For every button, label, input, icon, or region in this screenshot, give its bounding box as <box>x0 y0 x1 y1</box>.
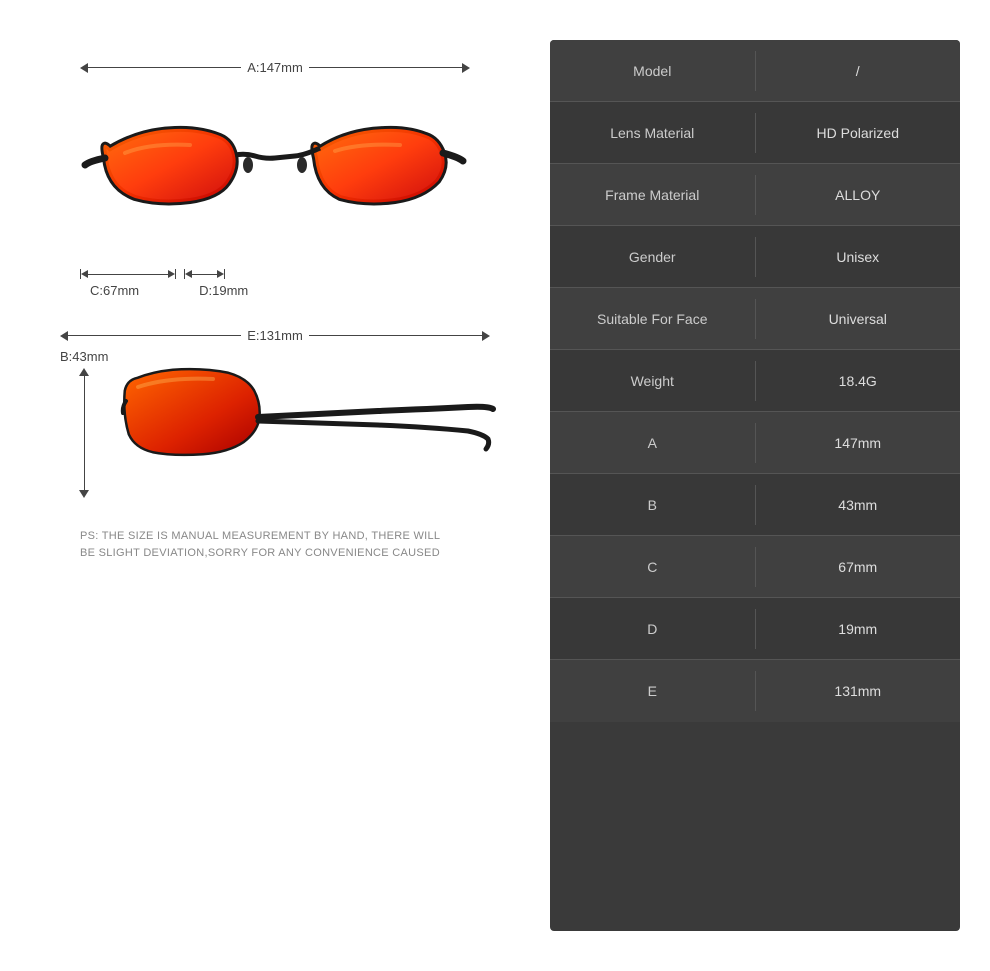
spec-key: B <box>550 487 755 523</box>
spec-row: Suitable For Face Universal <box>550 288 960 350</box>
spec-value: 131mm <box>756 673 961 709</box>
spec-key: Lens Material <box>550 115 755 151</box>
spec-value: 147mm <box>756 425 961 461</box>
dim-e-arrow: E:131mm <box>60 328 490 343</box>
dim-e-label: E:131mm <box>247 328 303 343</box>
dim-b-arrow <box>79 368 89 498</box>
side-glasses-wrap: B:43mm <box>60 349 490 498</box>
spec-key: Weight <box>550 363 755 399</box>
spec-key: Suitable For Face <box>550 301 755 337</box>
ps-line1: PS: THE SIZE IS MANUAL MEASUREMENT BY HA… <box>80 528 470 545</box>
spec-value: 67mm <box>756 549 961 585</box>
spec-value: / <box>756 53 961 89</box>
spec-row: E 131mm <box>550 660 960 722</box>
spec-value: 19mm <box>756 611 961 647</box>
spec-key: C <box>550 549 755 585</box>
spec-value: ALLOY <box>756 177 961 213</box>
dim-b-label: B:43mm <box>60 349 108 364</box>
spec-row: B 43mm <box>550 474 960 536</box>
spec-row: D 19mm <box>550 598 960 660</box>
dim-a-label: A:147mm <box>247 60 303 75</box>
spec-value: 43mm <box>756 487 961 523</box>
spec-row: Model / <box>550 40 960 102</box>
spec-row: Gender Unisex <box>550 226 960 288</box>
spec-value: 18.4G <box>756 363 961 399</box>
ps-line2: BE SLIGHT DEVIATION,SORRY FOR ANY CONVEN… <box>80 545 470 562</box>
dim-a-arrow: A:147mm <box>80 60 470 75</box>
spec-row: Frame Material ALLOY <box>550 164 960 226</box>
side-view-section: E:131mm B:43mm <box>60 328 490 498</box>
specs-table: Model / Lens Material HD Polarized Frame… <box>550 40 960 931</box>
spec-value: HD Polarized <box>756 115 961 151</box>
spec-key: Model <box>550 53 755 89</box>
spec-row: Weight 18.4G <box>550 350 960 412</box>
glasses-front-view <box>80 93 470 253</box>
spec-key: A <box>550 425 755 461</box>
page-container: A:147mm <box>0 0 990 971</box>
spec-row: Lens Material HD Polarized <box>550 102 960 164</box>
dim-cd-labels: C:67mm D:19mm <box>80 283 470 298</box>
spec-value: Unisex <box>756 239 961 275</box>
dim-c-label: C:67mm <box>90 283 139 298</box>
spec-key: E <box>550 673 755 709</box>
glasses-side-view <box>118 359 498 489</box>
spec-value: Universal <box>756 301 961 337</box>
spec-row: C 67mm <box>550 536 960 598</box>
dim-d-label: D:19mm <box>199 283 248 298</box>
spec-key: D <box>550 611 755 647</box>
ps-note: PS: THE SIZE IS MANUAL MEASUREMENT BY HA… <box>80 528 470 561</box>
spec-key: Frame Material <box>550 177 755 213</box>
spec-row: A 147mm <box>550 412 960 474</box>
left-panel: A:147mm <box>30 40 520 931</box>
dim-cd-row <box>80 269 470 279</box>
spec-key: Gender <box>550 239 755 275</box>
